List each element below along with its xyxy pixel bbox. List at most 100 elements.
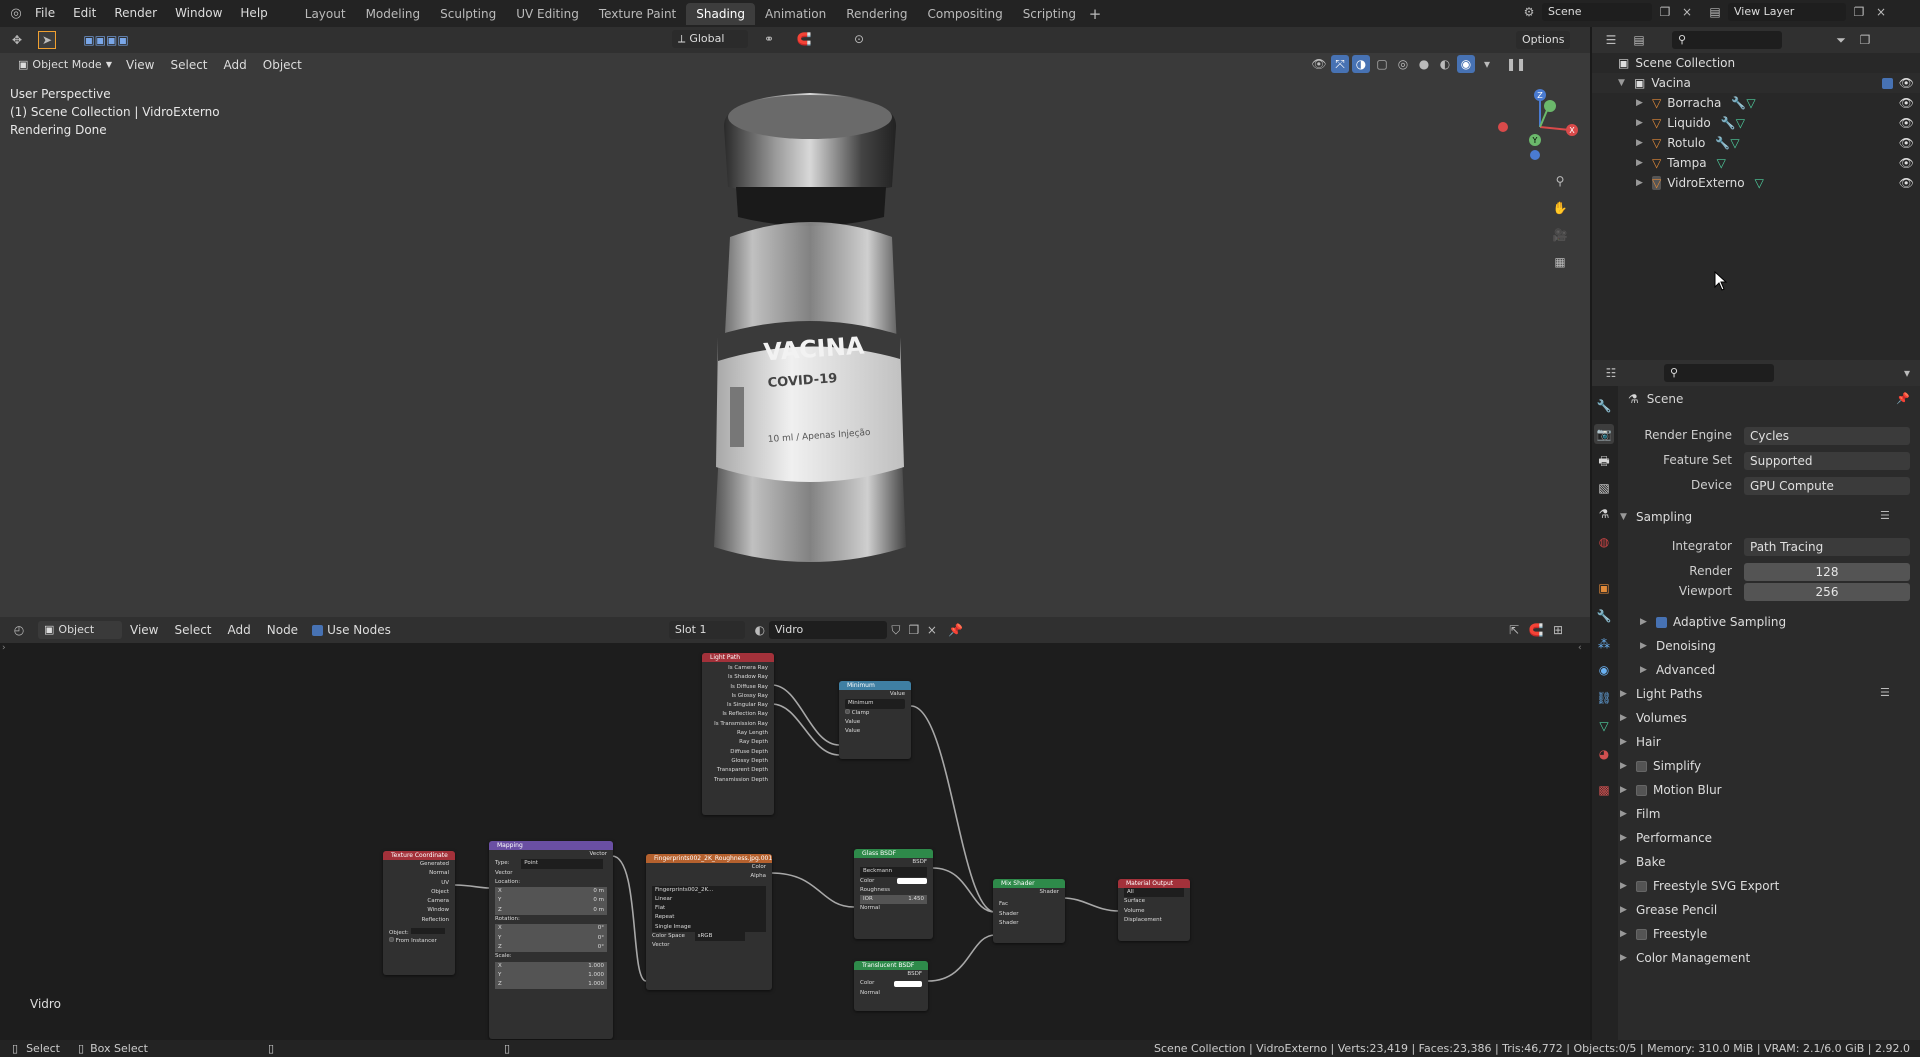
image-proj-dropdown[interactable]: Flat: [646, 904, 772, 914]
mapping-vector-input[interactable]: Vector: [489, 869, 613, 878]
blender-logo-icon[interactable]: ◎: [6, 5, 26, 23]
glass-color-row[interactable]: Color: [854, 877, 933, 886]
display-mode-icon[interactable]: ▤: [1630, 31, 1648, 49]
image-colorspace-row[interactable]: Color Space sRGB: [646, 932, 772, 942]
output-surface-input[interactable]: Surface: [1118, 897, 1190, 906]
menu-edit[interactable]: Edit: [64, 0, 105, 27]
texcoord-out[interactable]: Window: [383, 906, 455, 915]
properties-options-icon[interactable]: ▾: [1898, 364, 1916, 382]
object-tab-icon[interactable]: ▣: [1594, 578, 1614, 598]
minimum-output[interactable]: Value: [839, 690, 911, 699]
viewport-3d[interactable]: ✥ ➤ ▣▣▣▣ ▣ Object Mode ▼ View Select Add O…: [0, 27, 1590, 617]
minimum-mode-dropdown[interactable]: Minimum: [839, 699, 911, 709]
scene-tab-icon[interactable]: ⚗: [1594, 504, 1614, 524]
tab-texture-paint[interactable]: Texture Paint: [589, 3, 686, 25]
view-layer-field[interactable]: View Layer: [1728, 3, 1846, 21]
modifier-tab-icon[interactable]: 🔧: [1594, 606, 1614, 626]
lp-out[interactable]: Ray Depth: [702, 738, 774, 747]
lp-out[interactable]: Transparent Depth: [702, 766, 774, 775]
translucent-normal-input[interactable]: Normal: [854, 989, 928, 998]
mesh-data-icon[interactable]: ▽: [1730, 136, 1739, 150]
mapping-scl-z[interactable]: Z 1.000: [489, 980, 613, 990]
mesh-data-icon[interactable]: ▽: [1755, 176, 1764, 190]
node-editor[interactable]: ◴ ▣ Object View Select Add Node Use Nodes…: [0, 617, 1590, 1040]
panel-hair[interactable]: ▶ Hair: [1620, 732, 1661, 752]
translucent-color-swatch[interactable]: [894, 980, 922, 987]
panel-sampling[interactable]: ▼ Sampling: [1620, 507, 1692, 527]
node-translucent-bsdf[interactable]: Translucent BSDF BSDF Color Normal: [854, 961, 928, 1011]
view-layer-close-icon[interactable]: ×: [1872, 3, 1890, 21]
scene-name-field[interactable]: Scene: [1542, 3, 1652, 21]
lp-out[interactable]: Is Singular Ray: [702, 701, 774, 710]
camera-view-icon[interactable]: 🎥: [1551, 226, 1569, 244]
tab-scripting[interactable]: Scripting: [1013, 3, 1086, 25]
output-displacement-input[interactable]: Displacement: [1118, 916, 1190, 925]
pin-icon[interactable]: 📌: [1896, 392, 1910, 405]
panel-light-paths[interactable]: ▶ Light Paths: [1620, 684, 1702, 704]
texcoord-object-value[interactable]: [410, 928, 445, 935]
outliner-item-tampa[interactable]: ▶ ▽ Tampa ▽ 👁: [1592, 153, 1920, 173]
lp-out[interactable]: Is Reflection Ray: [702, 710, 774, 719]
snap-icon[interactable]: 🧲: [795, 30, 813, 48]
data-tab-icon[interactable]: ▽: [1594, 716, 1614, 736]
overlay-toggle-icon[interactable]: ◑: [1352, 55, 1370, 73]
glass-output[interactable]: BSDF: [854, 858, 933, 867]
output-volume-input[interactable]: Volume: [1118, 907, 1190, 916]
xray-icon[interactable]: ▢: [1373, 55, 1391, 73]
sidebar-toggle-left-icon[interactable]: ›: [2, 643, 6, 653]
mapping-loc-z[interactable]: Z 0 m: [489, 905, 613, 916]
mapping-rot-y[interactable]: Y 0°: [489, 933, 613, 943]
texcoord-out[interactable]: Normal: [383, 869, 455, 878]
mesh-data-icon[interactable]: ▽: [1717, 156, 1726, 170]
outliner[interactable]: ☰ ▤ ⚲ ⏷ ❐ ▣ Scene Collection ▼ ▣ Vacina 👁 ▶ ▽…: [1590, 27, 1920, 360]
mapping-loc-x[interactable]: X 0 m: [489, 887, 613, 897]
subpanel-adaptive-sampling[interactable]: ▶ Adaptive Sampling: [1640, 612, 1786, 632]
from-instancer-row[interactable]: From Instancer: [383, 937, 455, 946]
modifier-icon[interactable]: 🔧: [1731, 96, 1746, 110]
integrator-dropdown[interactable]: Path Tracing: [1744, 538, 1910, 556]
proportional-edit-icon[interactable]: ⊙: [850, 30, 868, 48]
material-tab-icon[interactable]: ◕: [1594, 744, 1614, 764]
clamp-row[interactable]: Clamp: [839, 708, 911, 718]
simplify-checkbox[interactable]: [1636, 760, 1647, 772]
exclude-checkbox[interactable]: [1881, 77, 1893, 89]
viewport-menu-object[interactable]: Object: [255, 58, 310, 72]
lp-out[interactable]: Ray Length: [702, 729, 774, 738]
node-glass-bsdf[interactable]: Glass BSDF BSDF Beckmann Color Roughness…: [854, 849, 933, 939]
image-vector-input[interactable]: Vector: [646, 941, 772, 950]
image-out-alpha[interactable]: Alpha: [646, 872, 772, 881]
lp-out[interactable]: Is Shadow Ray: [702, 673, 774, 682]
chevron-right-icon[interactable]: ▶: [1636, 138, 1646, 148]
lp-out[interactable]: Is Camera Ray: [702, 664, 774, 673]
panel-performance[interactable]: ▶ Performance: [1620, 828, 1712, 848]
select-tool-icon[interactable]: ➤: [38, 31, 56, 49]
image-src-dropdown[interactable]: Single Image: [646, 922, 772, 933]
glass-roughness-input[interactable]: Roughness: [854, 886, 933, 895]
panel-grease-pencil[interactable]: ▶ Grease Pencil: [1620, 900, 1717, 920]
orientation-dropdown[interactable]: ⟂ Global: [672, 30, 748, 48]
texcoord-out[interactable]: Generated: [383, 860, 455, 869]
eye-icon[interactable]: 👁: [1899, 116, 1914, 130]
image-out-color[interactable]: Color: [646, 863, 772, 872]
outliner-item-borracha[interactable]: ▶ ▽ Borracha 🔧 ▽ 👁: [1592, 93, 1920, 113]
mesh-data-icon[interactable]: ▽: [1746, 96, 1755, 110]
eye-icon[interactable]: 👁: [1899, 96, 1914, 110]
eye-icon[interactable]: 👁: [1899, 156, 1914, 170]
scene-icon[interactable]: ⚙: [1520, 3, 1538, 21]
lp-out[interactable]: Is Diffuse Ray: [702, 683, 774, 692]
pause-render-icon[interactable]: ❚❚: [1506, 55, 1526, 73]
options-dropdown[interactable]: Options: [1516, 31, 1571, 49]
scene-copy-icon[interactable]: ❐: [1656, 3, 1674, 21]
tab-uv-editing[interactable]: UV Editing: [506, 3, 589, 25]
tab-animation[interactable]: Animation: [755, 3, 836, 25]
subpanel-denoising[interactable]: ▶ Denoising: [1640, 636, 1716, 656]
gizmo-toggle-icon[interactable]: ⤧: [1331, 55, 1349, 73]
viewport-menu-view[interactable]: View: [118, 58, 162, 72]
panel-freestyle[interactable]: ▶ Freestyle: [1620, 924, 1707, 944]
chevron-right-icon[interactable]: ▶: [1636, 158, 1646, 168]
mesh-data-icon[interactable]: ▽: [1736, 116, 1745, 130]
panel-motion-blur[interactable]: ▶ Motion Blur: [1620, 780, 1722, 800]
outliner-item-vidroexterno[interactable]: ▶ ▽ VidroExterno ▽ 👁: [1592, 173, 1920, 193]
sidebar-toggle-right-icon[interactable]: ‹: [1578, 643, 1582, 653]
mapping-type-row[interactable]: Type: Point: [489, 859, 613, 869]
